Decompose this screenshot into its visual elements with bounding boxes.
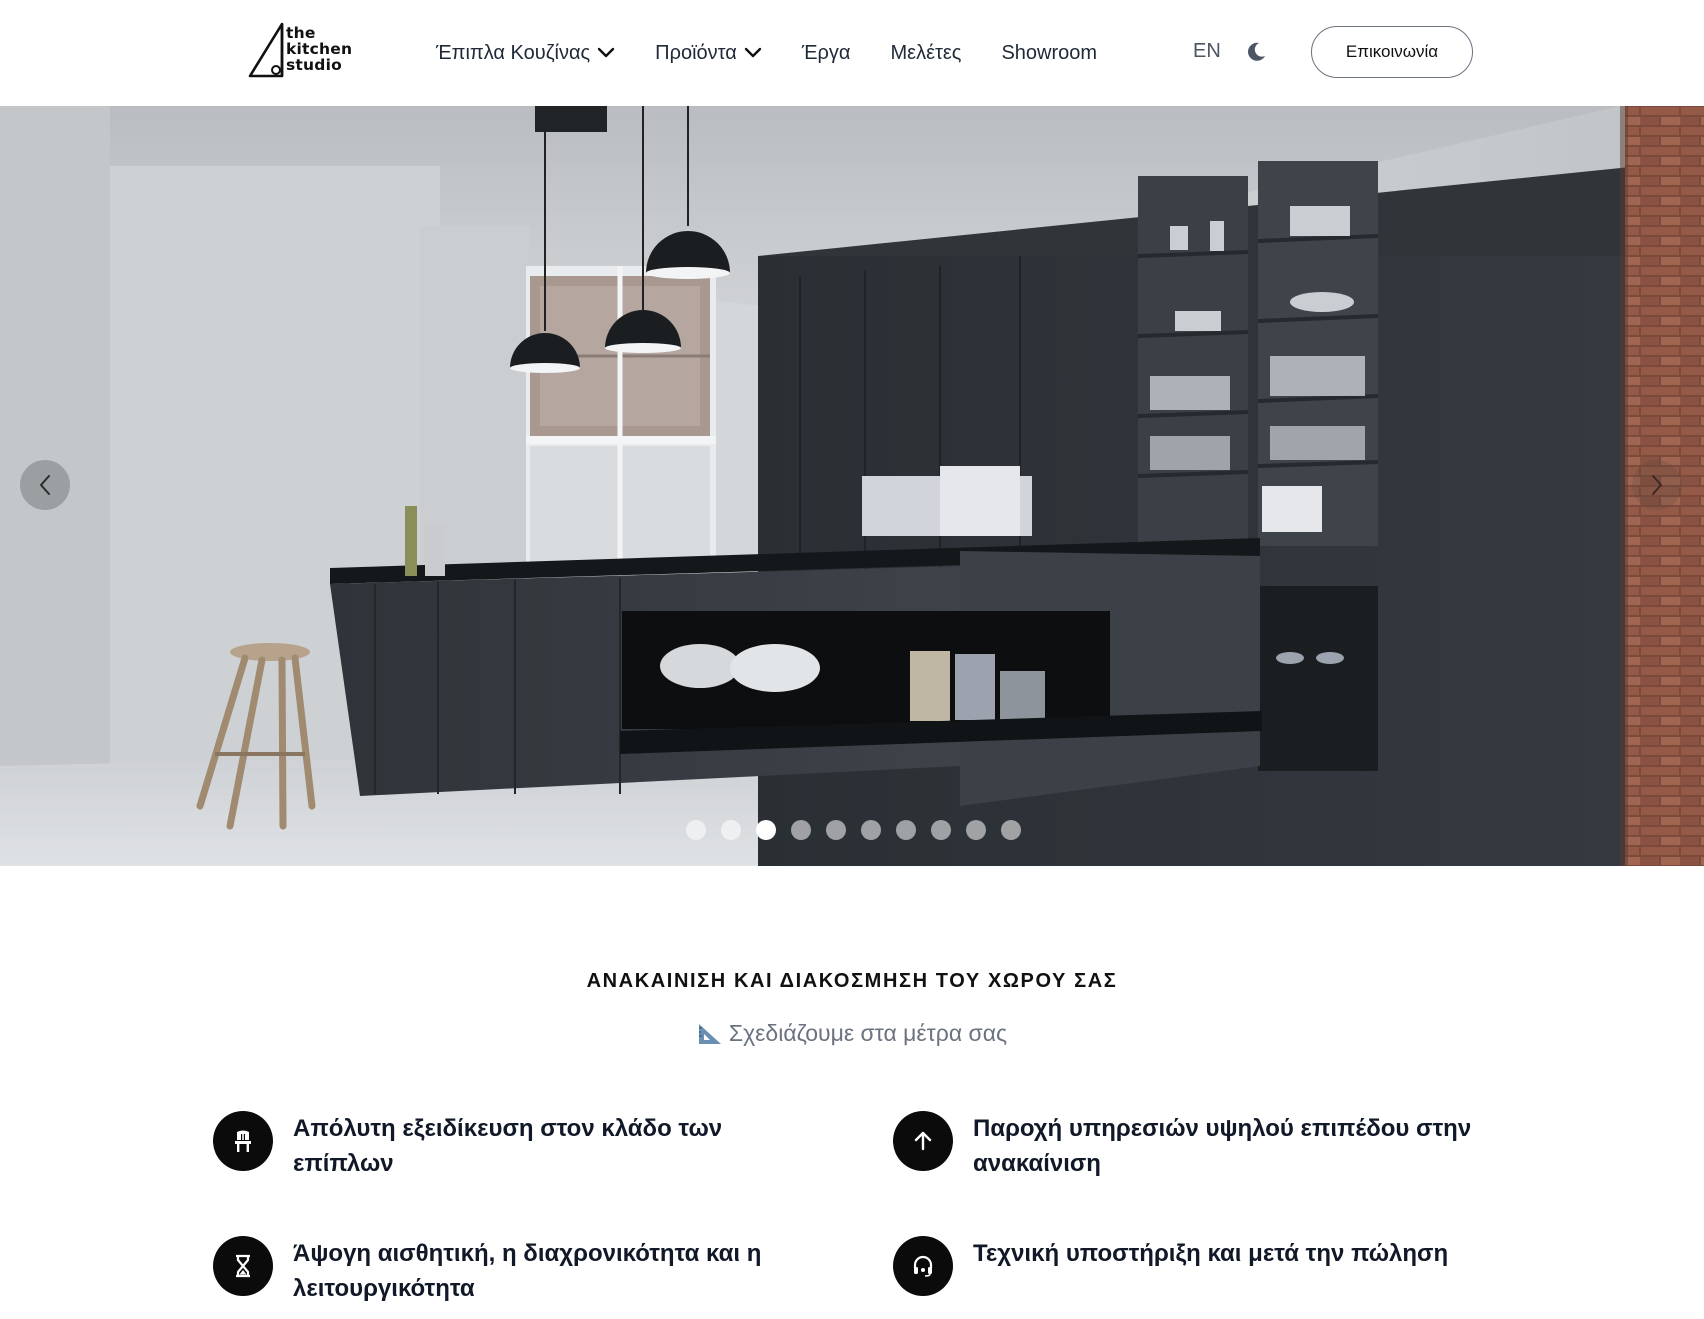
feature-icon-circle (213, 1236, 273, 1296)
carousel-dot[interactable] (861, 820, 881, 840)
section-title: ΑΝΑΚΑΙΝΙΣΗ ΚΑΙ ΔΙΑΚΟΣΜΗΣΗ ΤΟΥ ΧΩΡΟΥ ΣΑΣ (586, 970, 1118, 992)
feature-icon-circle (893, 1236, 953, 1296)
feature-item: Απόλυτη εξειδίκευση στον κλάδο των επίπλ… (213, 1111, 813, 1181)
chair-icon (235, 1130, 251, 1152)
feature-icon-circle (893, 1111, 953, 1171)
carousel-dot[interactable] (791, 820, 811, 840)
chevron-left-icon (40, 475, 50, 495)
main-nav: Έπιπλα Κουζίνας Προϊόντα Έργα Μελέτες Sh… (436, 38, 1137, 68)
site-header: the kitchen studio Έπιπλα Κουζίνας Προϊό… (0, 0, 1704, 106)
chevron-down-icon (744, 47, 762, 58)
feature-text: Απόλυτη εξειδίκευση στον κλάδο των επίπλ… (293, 1115, 723, 1177)
feature-text: Παροχή υπηρεσιών υψηλού επιπέδου στην αν… (973, 1115, 1472, 1177)
carousel-dot[interactable] (686, 820, 706, 840)
nav-label: Έπιπλα Κουζίνας (436, 41, 591, 64)
moon-icon (1248, 42, 1265, 61)
theme-toggle[interactable] (1245, 41, 1267, 63)
carousel-dot[interactable] (1001, 820, 1021, 840)
carousel-dot[interactable] (721, 820, 741, 840)
nav-item-kitchen-furniture[interactable]: Έπιπλα Κουζίνας (436, 42, 615, 65)
arrow-up-icon (914, 1131, 932, 1151)
nav-label: Έργα (801, 41, 851, 64)
nav-item-studies[interactable]: Μελέτες (891, 42, 962, 65)
logo-triangle-icon (248, 22, 284, 78)
hero-carousel (0, 106, 1704, 866)
chevron-right-icon (1652, 475, 1662, 495)
carousel-next-button[interactable] (1632, 460, 1682, 510)
nav-label: Μελέτες (890, 41, 962, 64)
feature-text: Άψογη αισθητική, η διαχρονικότητα και η … (293, 1240, 762, 1302)
chevron-down-icon (597, 47, 615, 58)
logo-wordmark: the kitchen studio (286, 24, 353, 74)
nav-label: Showroom (1001, 41, 1098, 64)
nav-label: Προϊόντα (655, 41, 737, 64)
triangular-ruler-icon (698, 1023, 721, 1044)
logo[interactable]: the kitchen studio (248, 22, 368, 80)
nav-item-products[interactable]: Προϊόντα (655, 42, 762, 65)
carousel-dot[interactable] (826, 820, 846, 840)
contact-button[interactable]: Επικοινωνία (1311, 26, 1473, 78)
nav-item-projects[interactable]: Έργα (802, 42, 851, 65)
subtitle-text: Σχεδιάζουμε στα μέτρα σας (728, 1020, 1008, 1046)
headset-icon (913, 1255, 933, 1277)
hero-kitchen-image (0, 106, 1704, 866)
carousel-dot[interactable] (931, 820, 951, 840)
carousel-prev-button[interactable] (20, 460, 70, 510)
hourglass-icon (236, 1254, 250, 1278)
feature-item: Τεχνική υποστήριξη και μετά την πώληση (893, 1236, 1493, 1296)
section-subtitle: Σχεδιάζουμε στα μέτρα σας (0, 1020, 1704, 1047)
carousel-dot[interactable] (966, 820, 986, 840)
feature-text: Τεχνική υποστήριξη και μετά την πώληση (973, 1240, 1449, 1267)
feature-item: Άψογη αισθητική, η διαχρονικότητα και η … (213, 1236, 813, 1306)
carousel-dots (686, 820, 1036, 840)
feature-item: Παροχή υπηρεσιών υψηλού επιπέδου στην αν… (893, 1111, 1493, 1181)
carousel-dot-active[interactable] (756, 820, 776, 840)
language-switch[interactable]: EN (1193, 40, 1221, 63)
feature-icon-circle (213, 1111, 273, 1171)
nav-item-showroom[interactable]: Showroom (1001, 42, 1097, 65)
carousel-dot[interactable] (896, 820, 916, 840)
